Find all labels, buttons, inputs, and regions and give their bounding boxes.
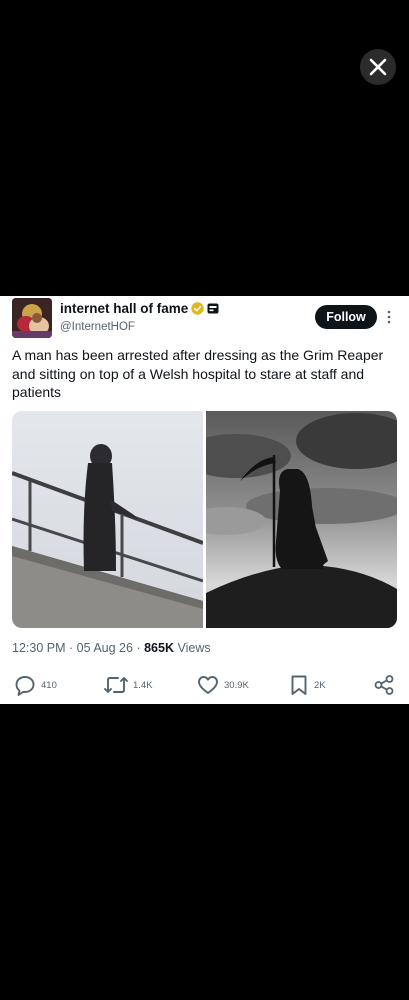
retweet-icon [104, 677, 128, 693]
tweet-meta: 12:30 PM · 05 Aug 26 · 865K Views [12, 641, 211, 655]
photo-hospital-rooftop[interactable] [12, 411, 203, 628]
verified-badge-icon [191, 302, 204, 315]
views-count: 865K [144, 641, 174, 655]
bookmark-icon [291, 675, 307, 695]
tweet-card: internet hall of fame @InternetHOF Follo… [0, 296, 409, 704]
tweet-time[interactable]: 12:30 PM [12, 641, 66, 655]
share-icon [374, 675, 394, 695]
more-options-icon[interactable] [383, 308, 395, 326]
name-row: internet hall of fame [60, 301, 219, 316]
avatar[interactable] [12, 298, 52, 338]
bookmark-button[interactable]: 2K [289, 672, 326, 698]
affiliate-badge-icon[interactable] [207, 303, 219, 314]
display-name[interactable]: internet hall of fame [60, 301, 188, 316]
meta-separator: · [136, 641, 141, 655]
tweet-text: A man has been arrested after dressing a… [12, 347, 384, 400]
action-bar: 410 1.4K 30.9K 2K [0, 672, 409, 698]
photo-grim-reaper[interactable] [206, 411, 397, 628]
retweet-button[interactable]: 1.4K [104, 672, 153, 698]
handle[interactable]: @InternetHOF [60, 321, 135, 333]
reply-button[interactable]: 410 [14, 672, 57, 698]
like-count: 30.9K [224, 679, 249, 691]
reply-icon [15, 676, 35, 696]
meta-separator: · [69, 641, 74, 655]
media-grid [12, 411, 397, 628]
close-button[interactable] [360, 49, 396, 85]
tweet-date[interactable]: 05 Aug 26 [77, 641, 133, 655]
reply-count: 410 [41, 679, 57, 691]
close-icon [369, 58, 387, 76]
views-label: Views [177, 641, 211, 655]
bookmark-count: 2K [314, 679, 326, 691]
share-button[interactable] [373, 672, 395, 698]
retweet-count: 1.4K [133, 679, 153, 691]
like-button[interactable]: 30.9K [197, 672, 249, 698]
heart-icon [198, 676, 218, 694]
follow-button[interactable]: Follow [315, 305, 377, 329]
